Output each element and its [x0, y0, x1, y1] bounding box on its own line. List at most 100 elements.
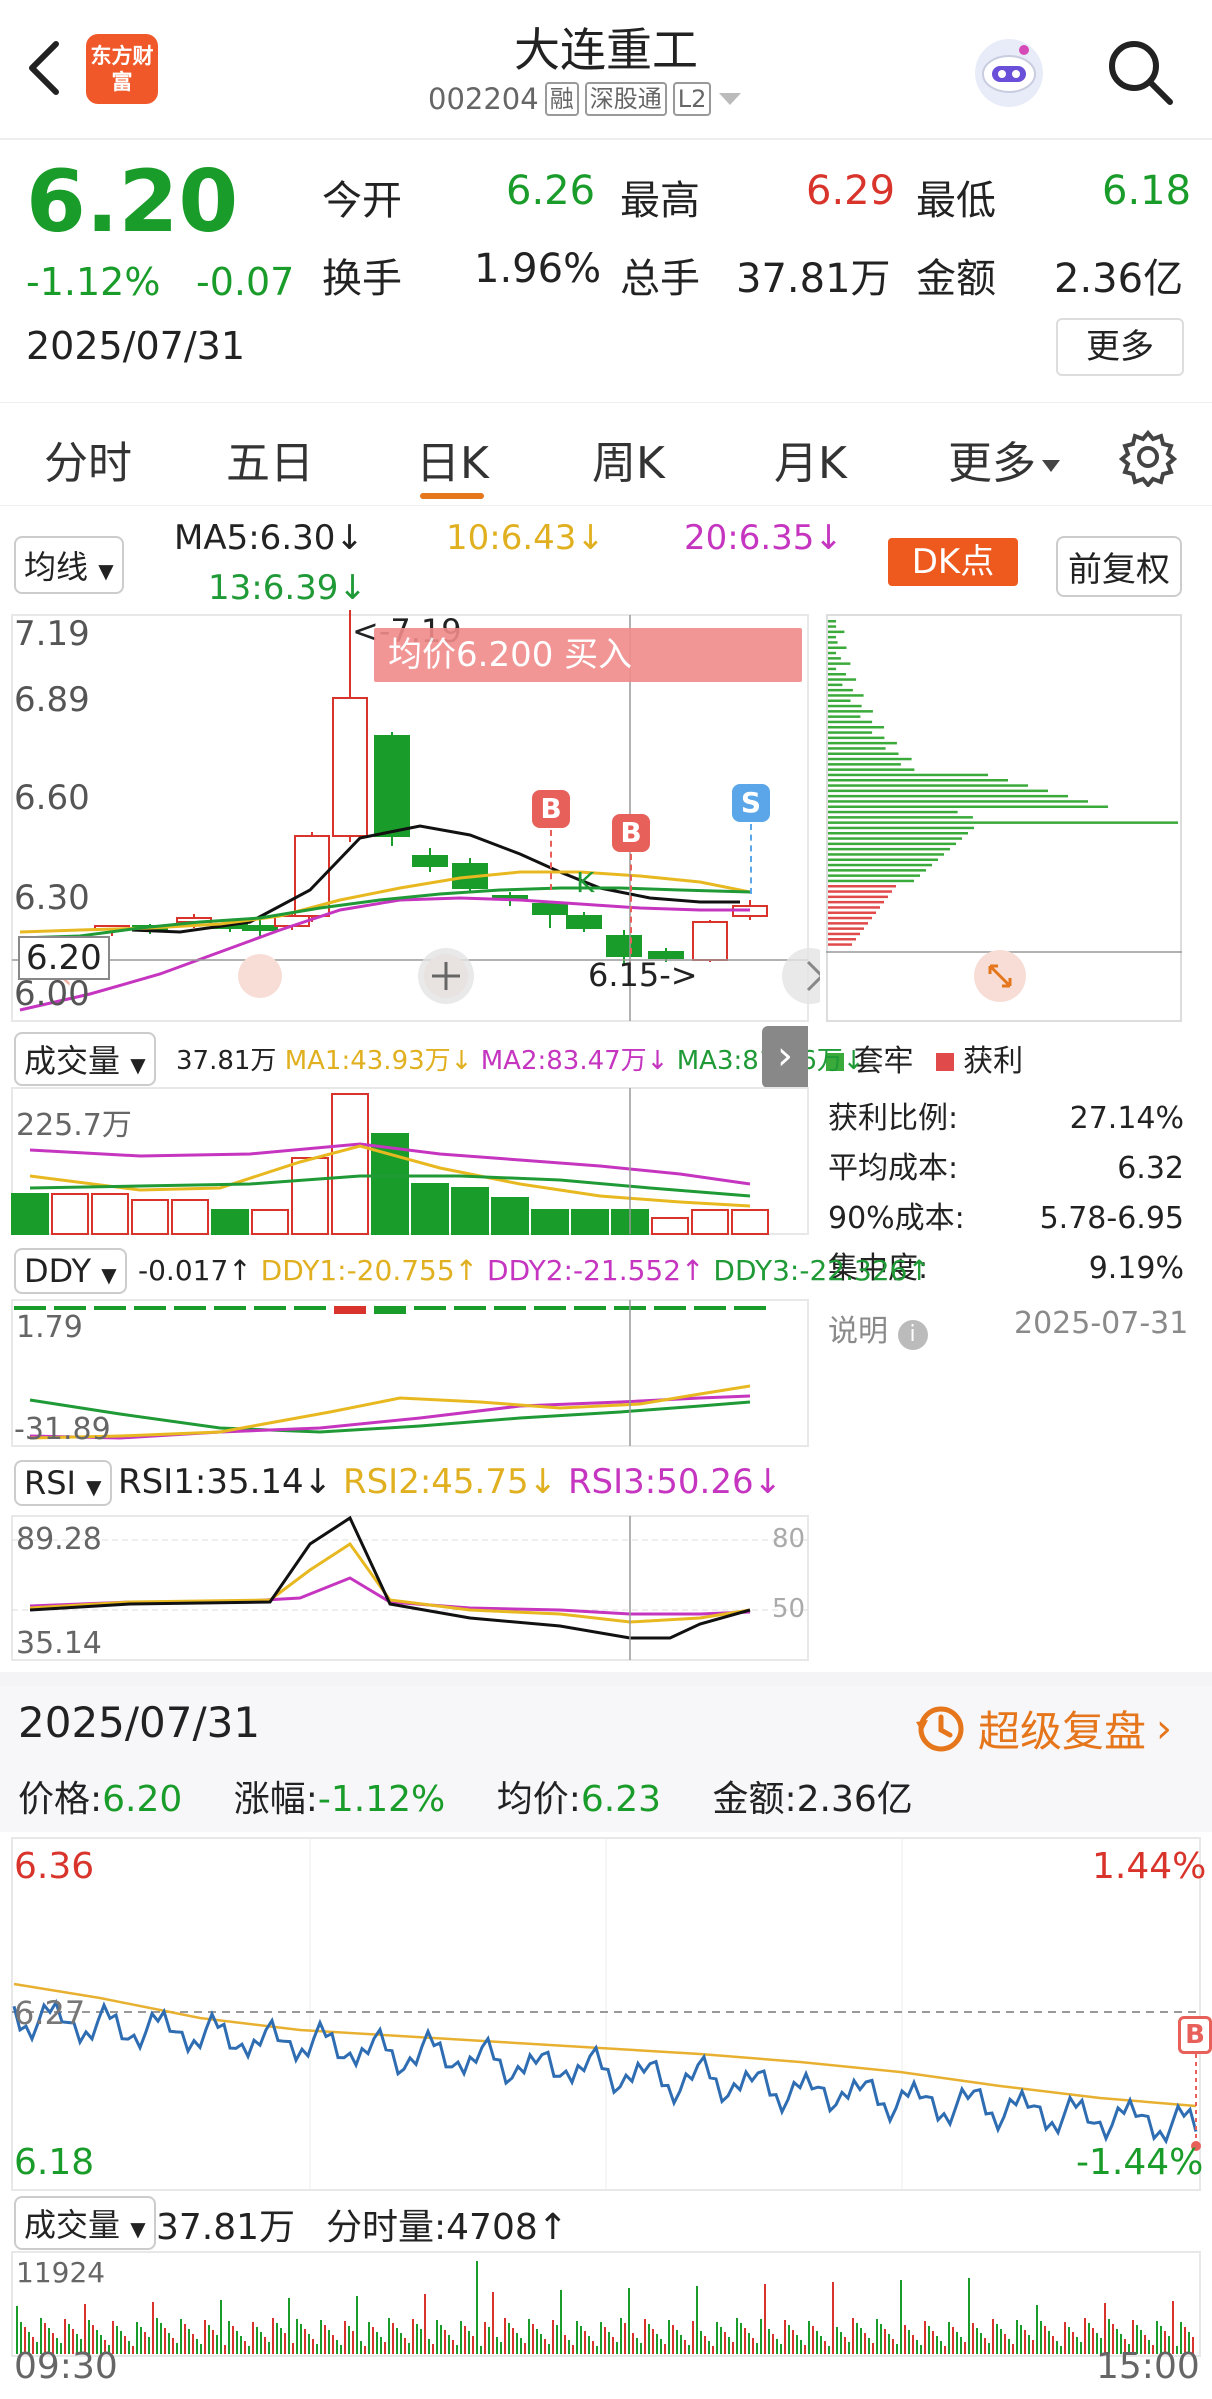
chip-bar	[828, 932, 860, 936]
intraday-volume-bar	[420, 2329, 422, 2354]
intraday-volume-bar	[908, 2330, 910, 2354]
intraday-volume-bar	[192, 2334, 194, 2354]
intraday-top-left: 6.36	[14, 1846, 95, 1887]
ddy-selector[interactable]: DDY ▼	[14, 1248, 127, 1294]
adjust-selector[interactable]: 前复权	[1056, 536, 1182, 597]
intraday-volume-bar	[164, 2328, 166, 2354]
candle	[332, 697, 368, 837]
search-icon[interactable]	[1104, 36, 1176, 108]
buy-marker-b[interactable]: B	[532, 790, 570, 828]
indicator-expand-button[interactable]: ›	[762, 1026, 808, 1088]
intraday-volume-bar	[232, 2326, 234, 2354]
volume-bar	[531, 1209, 569, 1235]
intraday-volume-bar	[540, 2334, 542, 2354]
buy-marker-b2[interactable]: B	[612, 814, 650, 852]
intraday-volume-max: 11924	[16, 2256, 106, 2289]
intraday-volume-bar	[208, 2325, 210, 2354]
rsi-top-label: 89.28	[16, 1522, 102, 1557]
intraday-volume-bar	[760, 2319, 762, 2354]
chip-bar	[828, 784, 1028, 787]
chip-row: 获利比例: 27.14%	[828, 1101, 1184, 1136]
intraday-volume-bar	[916, 2340, 918, 2354]
tab-intraday[interactable]: 分时	[44, 427, 132, 491]
pan-right-button[interactable]	[782, 948, 820, 1004]
intraday-volume-bar	[664, 2344, 666, 2354]
intraday-volume-bar	[988, 2343, 990, 2354]
rsi3-value: RSI3:50.26↓	[567, 1462, 783, 1502]
intraday-volume-bar	[616, 2342, 618, 2354]
intraday-volume-bar	[224, 2345, 226, 2354]
intraday-volume-bar	[984, 2338, 986, 2354]
intraday-volume-bar	[536, 2329, 538, 2354]
intraday-volume-bar	[952, 2327, 954, 2354]
tab-more-label: 更多	[948, 438, 1036, 489]
intraday-buy-marker[interactable]: B	[1178, 2016, 1212, 2054]
tab-monthly-k[interactable]: 月K	[774, 427, 847, 491]
intraday-volume-bar	[1048, 2331, 1050, 2354]
settings-gear-icon[interactable]	[1118, 427, 1178, 489]
chip-bar	[828, 694, 864, 697]
intraday-volume-selector[interactable]: 成交量 ▼	[14, 2196, 156, 2250]
price-axis-label: 7.19	[14, 614, 90, 654]
intraday-volume-bar	[956, 2332, 958, 2354]
rsi1-value: RSI1:35.14↓	[118, 1462, 333, 1502]
volume-selector[interactable]: 成交量 ▼	[14, 1032, 156, 1086]
stock-code-line[interactable]: 002204 融 深股通 L2	[428, 82, 743, 116]
ma20-value: 20:6.35↓	[684, 518, 843, 558]
intraday-volume-bar	[204, 2320, 206, 2354]
volume-bar	[291, 1157, 329, 1235]
tab-daily-k[interactable]: 日K	[416, 427, 489, 491]
intraday-volume-bar	[580, 2326, 582, 2354]
chip-bar	[828, 911, 876, 914]
tab-more[interactable]: 更多	[948, 427, 1064, 491]
ddy-bar	[414, 1306, 446, 1310]
chip-bar	[828, 906, 880, 909]
intraday-volume-bar	[476, 2261, 478, 2354]
dk-point-button[interactable]: DK点	[888, 538, 1018, 586]
intraday-volume-bar	[672, 2325, 674, 2354]
intraday-volume-bar	[328, 2330, 330, 2354]
tab-weekly-k[interactable]: 周K	[592, 427, 665, 491]
quote-date: 2025/07/31	[26, 324, 246, 368]
intraday-volume-bar	[384, 2342, 386, 2354]
chip-bar	[828, 879, 914, 883]
chip-bar	[828, 641, 838, 644]
chip-bar	[828, 863, 932, 867]
history-clock-icon	[916, 1706, 964, 1751]
intraday-volume-bar	[260, 2332, 262, 2354]
chip-bar	[828, 847, 950, 851]
chip-note[interactable]: 说明 i	[828, 1306, 928, 1350]
ma-selector[interactable]: 均线 ▼	[14, 536, 124, 594]
price-label: 价格:	[18, 1779, 103, 1820]
intraday-volume-bar	[440, 2325, 442, 2354]
intraday-volume-bar	[1008, 2339, 1010, 2354]
sell-marker-s[interactable]: S	[732, 784, 770, 822]
rsi-selector[interactable]: RSI ▼	[14, 1460, 112, 1506]
intraday-volume-bar	[1024, 2330, 1026, 2354]
intraday-volume-bar	[228, 2321, 230, 2354]
vol-ma2: MA2:83.47万↓	[480, 1046, 669, 1076]
super-replay-button[interactable]: 超级复盘 ›	[914, 1698, 1172, 1759]
super-replay-label: 超级复盘	[978, 1707, 1147, 1756]
tab-five-day[interactable]: 五日	[226, 427, 314, 491]
low-marker: 6.15->	[588, 956, 698, 994]
volume-bar	[571, 1209, 609, 1235]
intraday-volume-bar	[800, 2340, 802, 2354]
intraday-volume-bar	[396, 2328, 398, 2354]
robot-assistant-icon[interactable]	[966, 30, 1052, 116]
ddy-bar	[654, 1306, 686, 1310]
intraday-volume-bar	[816, 2331, 818, 2354]
more-button[interactable]: 更多	[1056, 318, 1184, 376]
chip-row: 90%成本: 5.78-6.95	[828, 1201, 1184, 1236]
intraday-volume-bar	[832, 2282, 834, 2354]
intraday-chart[interactable]	[0, 1836, 1212, 2196]
ddy-bar	[494, 1306, 526, 1310]
chip-bar	[828, 673, 846, 676]
candle	[412, 855, 448, 867]
intraday-volume-bar	[716, 2322, 718, 2354]
intraday-volume-bar	[568, 2340, 570, 2354]
volume-bar	[731, 1209, 769, 1235]
scroll-left-marker[interactable]	[238, 954, 282, 998]
intraday-volume-bar	[544, 2339, 546, 2354]
intraday-volume-bar	[944, 2346, 946, 2354]
